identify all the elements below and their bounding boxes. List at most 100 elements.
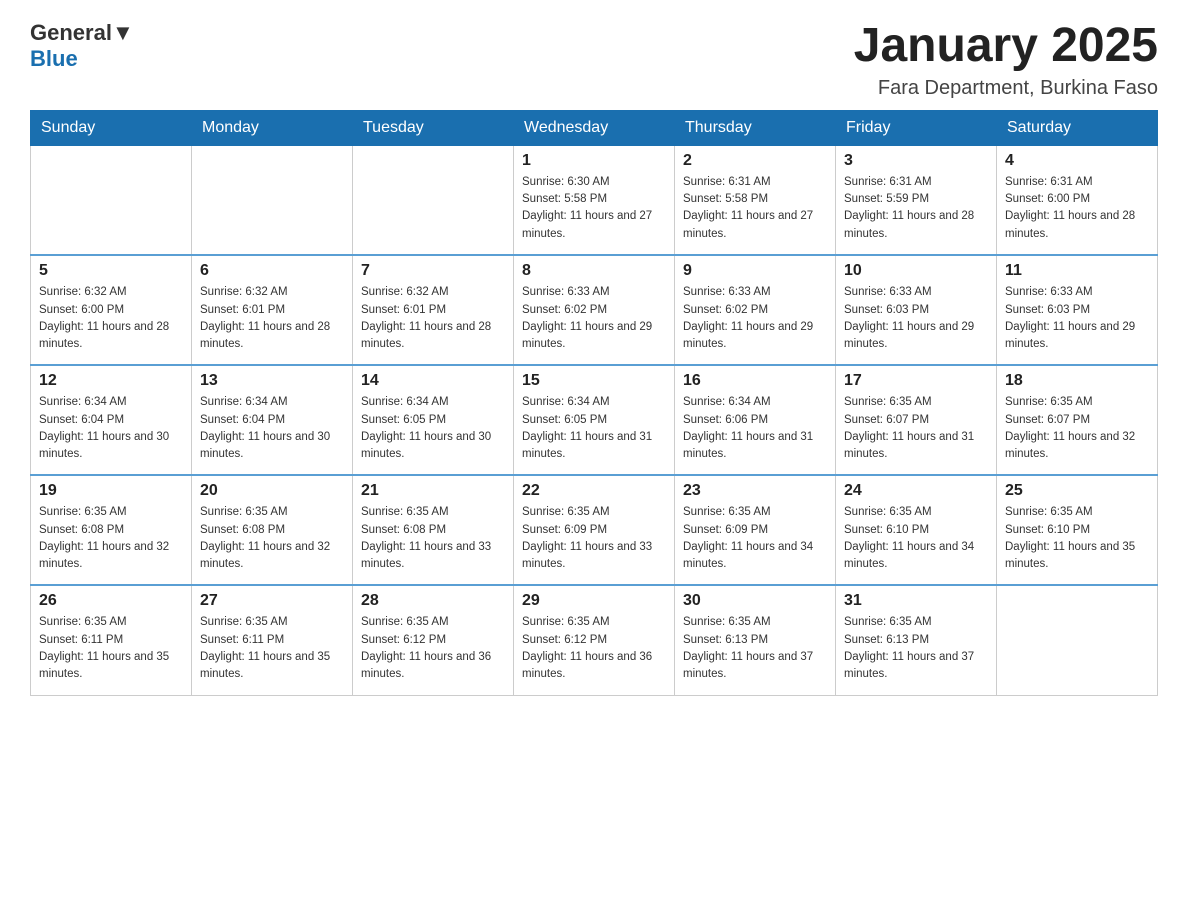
calendar-cell: 20Sunrise: 6:35 AMSunset: 6:08 PMDayligh… bbox=[192, 475, 353, 585]
day-number: 7 bbox=[361, 262, 505, 280]
day-info: Sunrise: 6:32 AMSunset: 6:00 PMDaylight:… bbox=[39, 284, 183, 353]
calendar-cell: 4 Sunrise: 6:31 AMSunset: 6:00 PMDaylight… bbox=[997, 145, 1158, 255]
day-number: 30 bbox=[683, 592, 827, 610]
calendar-cell: 26 Sunrise: 6:35 AMSunset: 6:11 PMDayligh… bbox=[31, 585, 192, 695]
day-number: 23 bbox=[683, 482, 827, 500]
day-number: 19 bbox=[39, 482, 183, 500]
logo: General▼ Blue bbox=[30, 20, 134, 72]
calendar-cell bbox=[31, 145, 192, 255]
day-number: 26 bbox=[39, 592, 183, 610]
calendar-cell: 29Sunrise: 6:35 AMSunset: 6:12 PMDayligh… bbox=[514, 585, 675, 695]
day-info: Sunrise: 6:31 AMSunset: 5:58 PMDaylight:… bbox=[683, 174, 827, 243]
day-info: Sunrise: 6:34 AMSunset: 6:06 PMDaylight:… bbox=[683, 394, 827, 463]
day-number: 21 bbox=[361, 482, 505, 500]
calendar-cell: 21 Sunrise: 6:35 AMSunset: 6:08 PMDayligh… bbox=[353, 475, 514, 585]
day-number: 1 bbox=[522, 152, 666, 170]
logo-blue: Blue bbox=[30, 46, 78, 71]
calendar-cell: 8 Sunrise: 6:33 AMSunset: 6:02 PMDaylight… bbox=[514, 255, 675, 365]
day-info: Sunrise: 6:35 AMSunset: 6:09 PMDaylight:… bbox=[522, 504, 666, 573]
week-row-3: 12 Sunrise: 6:34 AMSunset: 6:04 PMDayligh… bbox=[31, 365, 1158, 475]
day-number: 16 bbox=[683, 372, 827, 390]
calendar-cell: 18 Sunrise: 6:35 AMSunset: 6:07 PMDayligh… bbox=[997, 365, 1158, 475]
day-info: Sunrise: 6:34 AMSunset: 6:04 PMDaylight:… bbox=[200, 394, 344, 463]
day-number: 6 bbox=[200, 262, 344, 280]
day-info: Sunrise: 6:35 AMSunset: 6:08 PMDaylight:… bbox=[200, 504, 344, 573]
day-info: Sunrise: 6:35 AMSunset: 6:09 PMDaylight:… bbox=[683, 504, 827, 573]
day-number: 8 bbox=[522, 262, 666, 280]
day-info: Sunrise: 6:31 AMSunset: 5:59 PMDaylight:… bbox=[844, 174, 988, 243]
calendar-cell: 13 Sunrise: 6:34 AMSunset: 6:04 PMDayligh… bbox=[192, 365, 353, 475]
day-header-sunday: Sunday bbox=[31, 110, 192, 145]
page-header: General▼Blue January 2025 Fara Departmen… bbox=[30, 20, 1158, 100]
day-number: 25 bbox=[1005, 482, 1149, 500]
day-info: Sunrise: 6:35 AMSunset: 6:11 PMDaylight:… bbox=[200, 614, 344, 683]
calendar-cell: 10 Sunrise: 6:33 AMSunset: 6:03 PMDayligh… bbox=[836, 255, 997, 365]
calendar-table: SundayMondayTuesdayWednesdayThursdayFrid… bbox=[30, 110, 1158, 696]
day-header-wednesday: Wednesday bbox=[514, 110, 675, 145]
days-header-row: SundayMondayTuesdayWednesdayThursdayFrid… bbox=[31, 110, 1158, 145]
calendar-cell: 27Sunrise: 6:35 AMSunset: 6:11 PMDayligh… bbox=[192, 585, 353, 695]
calendar-cell: 25 Sunrise: 6:35 AMSunset: 6:10 PMDayligh… bbox=[997, 475, 1158, 585]
day-number: 9 bbox=[683, 262, 827, 280]
day-number: 31 bbox=[844, 592, 988, 610]
day-number: 22 bbox=[522, 482, 666, 500]
calendar-cell: 9 Sunrise: 6:33 AMSunset: 6:02 PMDaylight… bbox=[675, 255, 836, 365]
day-number: 10 bbox=[844, 262, 988, 280]
calendar-cell: 24 Sunrise: 6:35 AMSunset: 6:10 PMDayligh… bbox=[836, 475, 997, 585]
calendar-cell: 23 Sunrise: 6:35 AMSunset: 6:09 PMDayligh… bbox=[675, 475, 836, 585]
day-info: Sunrise: 6:35 AMSunset: 6:08 PMDaylight:… bbox=[361, 504, 505, 573]
day-info: Sunrise: 6:33 AMSunset: 6:03 PMDaylight:… bbox=[844, 284, 988, 353]
calendar-cell bbox=[997, 585, 1158, 695]
day-info: Sunrise: 6:35 AMSunset: 6:10 PMDaylight:… bbox=[844, 504, 988, 573]
calendar-cell: 31Sunrise: 6:35 AMSunset: 6:13 PMDayligh… bbox=[836, 585, 997, 695]
day-info: Sunrise: 6:35 AMSunset: 6:08 PMDaylight:… bbox=[39, 504, 183, 573]
day-header-friday: Friday bbox=[836, 110, 997, 145]
day-info: Sunrise: 6:33 AMSunset: 6:03 PMDaylight:… bbox=[1005, 284, 1149, 353]
day-info: Sunrise: 6:33 AMSunset: 6:02 PMDaylight:… bbox=[683, 284, 827, 353]
day-header-monday: Monday bbox=[192, 110, 353, 145]
day-info: Sunrise: 6:32 AMSunset: 6:01 PMDaylight:… bbox=[200, 284, 344, 353]
calendar-cell: 14Sunrise: 6:34 AMSunset: 6:05 PMDayligh… bbox=[353, 365, 514, 475]
logo-triangle-icon: ▼ bbox=[112, 20, 134, 45]
day-info: Sunrise: 6:34 AMSunset: 6:05 PMDaylight:… bbox=[522, 394, 666, 463]
day-info: Sunrise: 6:30 AMSunset: 5:58 PMDaylight:… bbox=[522, 174, 666, 243]
day-info: Sunrise: 6:35 AMSunset: 6:10 PMDaylight:… bbox=[1005, 504, 1149, 573]
day-number: 18 bbox=[1005, 372, 1149, 390]
day-header-thursday: Thursday bbox=[675, 110, 836, 145]
day-number: 11 bbox=[1005, 262, 1149, 280]
calendar-cell: 2 Sunrise: 6:31 AMSunset: 5:58 PMDaylight… bbox=[675, 145, 836, 255]
calendar-cell: 19 Sunrise: 6:35 AMSunset: 6:08 PMDayligh… bbox=[31, 475, 192, 585]
day-number: 12 bbox=[39, 372, 183, 390]
day-info: Sunrise: 6:35 AMSunset: 6:07 PMDaylight:… bbox=[844, 394, 988, 463]
day-info: Sunrise: 6:33 AMSunset: 6:02 PMDaylight:… bbox=[522, 284, 666, 353]
day-number: 13 bbox=[200, 372, 344, 390]
day-number: 24 bbox=[844, 482, 988, 500]
calendar-cell: 22 Sunrise: 6:35 AMSunset: 6:09 PMDayligh… bbox=[514, 475, 675, 585]
logo-general: General bbox=[30, 20, 112, 45]
day-number: 2 bbox=[683, 152, 827, 170]
calendar-cell: 30Sunrise: 6:35 AMSunset: 6:13 PMDayligh… bbox=[675, 585, 836, 695]
day-number: 3 bbox=[844, 152, 988, 170]
week-row-2: 5 Sunrise: 6:32 AMSunset: 6:00 PMDaylight… bbox=[31, 255, 1158, 365]
day-header-saturday: Saturday bbox=[997, 110, 1158, 145]
calendar-cell bbox=[353, 145, 514, 255]
day-info: Sunrise: 6:31 AMSunset: 6:00 PMDaylight:… bbox=[1005, 174, 1149, 243]
calendar-cell: 15 Sunrise: 6:34 AMSunset: 6:05 PMDayligh… bbox=[514, 365, 675, 475]
day-number: 17 bbox=[844, 372, 988, 390]
calendar-title: January 2025 bbox=[854, 20, 1158, 73]
day-number: 5 bbox=[39, 262, 183, 280]
day-number: 14 bbox=[361, 372, 505, 390]
day-info: Sunrise: 6:35 AMSunset: 6:07 PMDaylight:… bbox=[1005, 394, 1149, 463]
calendar-cell: 7 Sunrise: 6:32 AMSunset: 6:01 PMDaylight… bbox=[353, 255, 514, 365]
day-number: 4 bbox=[1005, 152, 1149, 170]
calendar-cell: 5 Sunrise: 6:32 AMSunset: 6:00 PMDaylight… bbox=[31, 255, 192, 365]
day-number: 15 bbox=[522, 372, 666, 390]
week-row-4: 19 Sunrise: 6:35 AMSunset: 6:08 PMDayligh… bbox=[31, 475, 1158, 585]
calendar-cell: 3 Sunrise: 6:31 AMSunset: 5:59 PMDaylight… bbox=[836, 145, 997, 255]
calendar-cell: 28Sunrise: 6:35 AMSunset: 6:12 PMDayligh… bbox=[353, 585, 514, 695]
day-info: Sunrise: 6:35 AMSunset: 6:11 PMDaylight:… bbox=[39, 614, 183, 683]
calendar-cell: 16 Sunrise: 6:34 AMSunset: 6:06 PMDayligh… bbox=[675, 365, 836, 475]
calendar-cell: 11 Sunrise: 6:33 AMSunset: 6:03 PMDayligh… bbox=[997, 255, 1158, 365]
day-info: Sunrise: 6:32 AMSunset: 6:01 PMDaylight:… bbox=[361, 284, 505, 353]
calendar-cell: 6 Sunrise: 6:32 AMSunset: 6:01 PMDaylight… bbox=[192, 255, 353, 365]
